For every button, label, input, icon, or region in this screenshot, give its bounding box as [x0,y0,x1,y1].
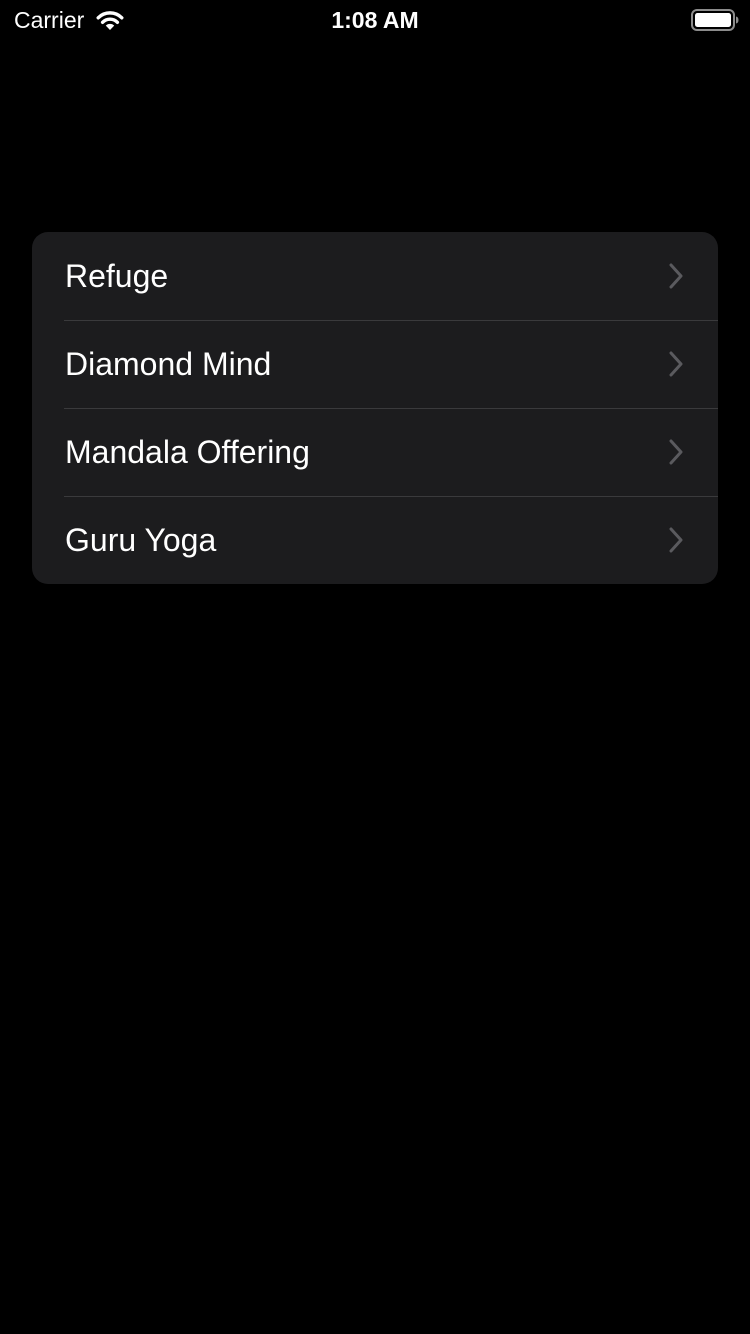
chevron-right-icon [669,439,683,465]
practice-menu: Refuge Diamond Mind Mandala Offering Gur… [32,232,718,584]
battery-full-icon [691,9,739,31]
menu-item-guru-yoga[interactable]: Guru Yoga [32,496,718,584]
menu-item-mandala-offering[interactable]: Mandala Offering [32,408,718,496]
menu-item-diamond-mind[interactable]: Diamond Mind [32,320,718,408]
menu-item-label: Guru Yoga [65,522,217,558]
menu-item-label: Mandala Offering [65,434,310,470]
menu-item-label: Refuge [65,258,169,294]
status-time: 1:08 AM [331,7,419,33]
status-bar: Carrier 1:08 AM [0,0,750,40]
menu-item-refuge[interactable]: Refuge [32,232,718,320]
chevron-right-icon [669,527,683,553]
menu-item-label: Diamond Mind [65,346,272,382]
chevron-right-icon [669,263,683,289]
chevron-right-icon [669,351,683,377]
